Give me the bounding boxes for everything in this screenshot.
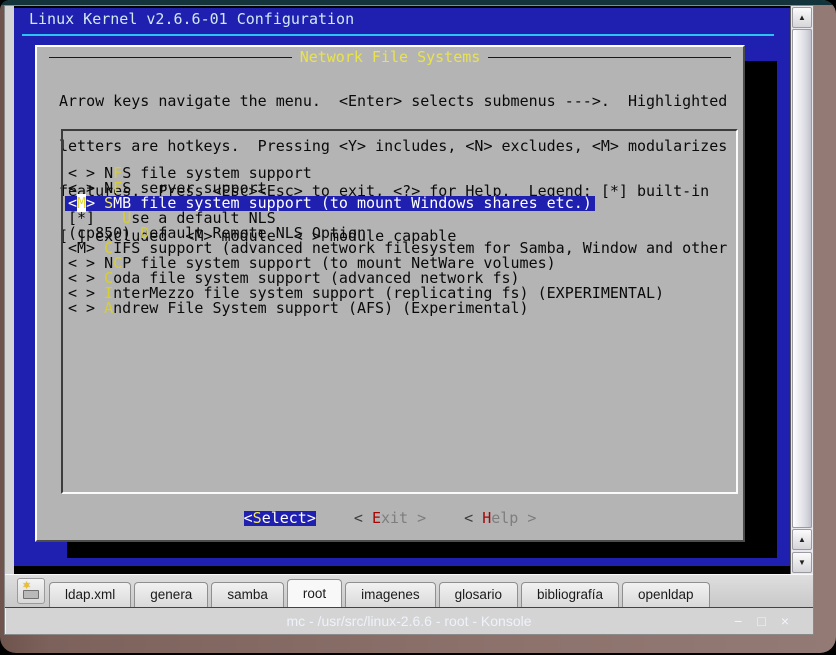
up-arrow-icon: ▲ — [798, 13, 806, 22]
dialog-button-row: <Select>< Exit >< Help > — [37, 511, 743, 526]
kernel-config-title: Linux Kernel v2.6.6-01 Configuration — [29, 12, 354, 27]
window-title: mc - /usr/src/linux-2.6.6 - root - Konso… — [286, 613, 531, 629]
hotkey-letter: A — [104, 299, 113, 317]
spark-glyph: ✶ — [22, 579, 31, 592]
tab-openldap[interactable]: openldap — [622, 582, 710, 607]
scrollbar-thumb[interactable] — [792, 29, 812, 528]
konsole-window: Linux Kernel v2.6.6-01 Configuration Net… — [4, 5, 814, 635]
button-hotkey: H — [482, 509, 491, 527]
new-session-icon: ✶ — [18, 579, 44, 603]
screen: Linux Kernel v2.6.6-01 Configuration Net… — [0, 0, 836, 655]
scrollbar-track[interactable] — [792, 29, 812, 528]
session-tabs: ldap.xmlgenerasambarootimagenesglosariob… — [49, 579, 713, 607]
item-prefix: < > — [68, 299, 104, 317]
button-bracket: < — [464, 509, 482, 527]
menu-item[interactable]: < > Andrew File System support (AFS) (Ex… — [68, 301, 736, 316]
menu-list: < > NFS file system support< > NFS serve… — [68, 166, 736, 316]
window-controls: − □ × — [734, 608, 789, 634]
instruction-line: Arrow keys navigate the menu. <Enter> se… — [59, 94, 727, 109]
button-bracket: < — [244, 509, 253, 527]
header-divider — [22, 34, 774, 36]
title-rule-left — [49, 57, 292, 58]
tab-genera[interactable]: genera — [134, 582, 208, 607]
tab-samba[interactable]: samba — [211, 582, 284, 607]
button-label: xit > — [381, 509, 426, 527]
select-button[interactable]: <Select> — [244, 511, 316, 526]
tab-imagenes[interactable]: imagenes — [345, 582, 436, 607]
tab-root[interactable]: root — [287, 579, 342, 607]
new-session-button[interactable]: ✶ — [17, 578, 45, 604]
network-file-systems-dialog: Network File Systems Arrow keys navigate… — [35, 45, 745, 542]
tab-bar: ✶ ldap.xmlgenerasambarootimagenesglosari… — [5, 574, 813, 607]
button-label: elp > — [491, 509, 536, 527]
maximize-button[interactable]: □ — [757, 613, 765, 629]
button-hotkey: S — [253, 509, 262, 527]
button-hotkey: E — [372, 509, 381, 527]
button-label: elect> — [262, 509, 316, 527]
menuconfig-screen: Linux Kernel v2.6.6-01 Configuration Net… — [14, 8, 790, 566]
minimize-button[interactable]: − — [734, 613, 742, 629]
down-arrow-icon: ▼ — [798, 558, 806, 567]
terminal-area: Linux Kernel v2.6.6-01 Configuration Net… — [5, 6, 813, 574]
title-rule-right — [488, 57, 731, 58]
window-titlebar[interactable]: mc - /usr/src/linux-2.6.6 - root - Konso… — [5, 607, 813, 634]
button-bracket: < — [354, 509, 372, 527]
dialog-title: Network File Systems — [292, 50, 489, 65]
help-button[interactable]: < Help > — [464, 511, 536, 526]
up-arrow-icon: ▲ — [798, 535, 806, 544]
exit-button[interactable]: < Exit > — [354, 511, 426, 526]
tab-bibliografía[interactable]: bibliografía — [521, 582, 619, 607]
close-button[interactable]: × — [781, 613, 789, 629]
scrollbar[interactable]: ▲ ▲ ▼ — [790, 6, 813, 574]
window-frame: Linux Kernel v2.6.6-01 Configuration Net… — [0, 0, 836, 653]
tab-ldap.xml[interactable]: ldap.xml — [49, 582, 131, 607]
dialog-title-row: Network File Systems — [49, 50, 731, 65]
terminal[interactable]: Linux Kernel v2.6.6-01 Configuration Net… — [14, 6, 790, 574]
scroll-up-button-bottom[interactable]: ▲ — [792, 529, 812, 550]
scroll-down-button[interactable]: ▼ — [792, 552, 812, 573]
scroll-up-button[interactable]: ▲ — [792, 7, 812, 28]
menu-listbox: < > NFS file system support< > NFS serve… — [61, 129, 738, 494]
tab-glosario[interactable]: glosario — [439, 582, 518, 607]
item-label: ndrew File System support (AFS) (Experim… — [113, 299, 528, 317]
